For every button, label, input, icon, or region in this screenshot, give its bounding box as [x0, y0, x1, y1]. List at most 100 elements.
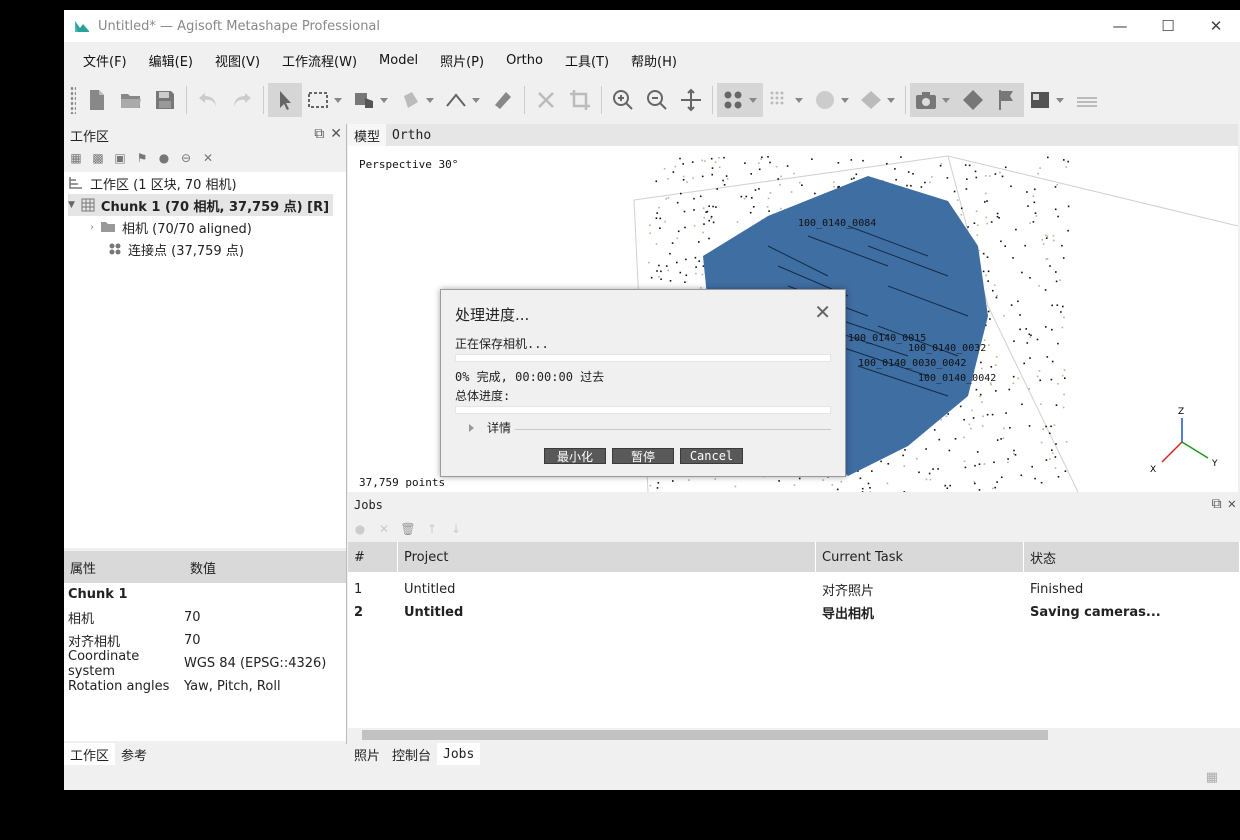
table-row[interactable]: 2 Untitled 导出相机 Saving cameras... — [348, 601, 1240, 624]
property-row[interactable]: 相机 70 — [64, 606, 346, 629]
properties-title: Chunk 1 — [68, 587, 128, 602]
measure-icon — [446, 93, 466, 107]
menu-model[interactable]: Model — [368, 53, 429, 68]
point-cloud-button[interactable] — [717, 83, 763, 117]
dialog-elapsed-text: 0% 完成, 00:00:00 过去 — [455, 370, 605, 384]
details-expander[interactable]: 详情 — [455, 421, 831, 435]
menu-photo[interactable]: 照片(P) — [429, 51, 495, 70]
minimize-button[interactable]: — — [1096, 10, 1144, 42]
column-number[interactable]: # — [348, 542, 398, 572]
cancel-job-icon[interactable]: ✕ — [376, 521, 392, 537]
window-title: Untitled* — Agisoft Metashape Profession… — [98, 18, 381, 34]
column-current-task[interactable]: Current Task — [816, 542, 1024, 572]
table-row[interactable]: 1 Untitled 对齐照片 Finished — [348, 578, 1240, 601]
menu-file[interactable]: 文件(F) — [72, 51, 138, 70]
show-region-button[interactable] — [1070, 83, 1104, 117]
property-row[interactable]: Coordinate system WGS 84 (EPSG::4326) — [64, 649, 346, 679]
menu-tools[interactable]: 工具(T) — [554, 51, 620, 70]
reset-view-button[interactable] — [674, 83, 708, 117]
tab-workspace[interactable]: 工作区 — [64, 743, 116, 765]
zoom-out-button[interactable] — [640, 83, 674, 117]
disable-icon[interactable]: ⊖ — [178, 150, 194, 166]
redo-button[interactable] — [225, 83, 259, 117]
menu-edit[interactable]: 编辑(E) — [138, 51, 204, 70]
add-marker-icon[interactable]: ⚑ — [134, 150, 150, 166]
collapse-arrow-icon[interactable]: ▼ — [68, 200, 75, 210]
remove-icon[interactable]: ✕ — [200, 150, 216, 166]
undo-button[interactable] — [191, 83, 225, 117]
toolbar-grip-handle[interactable] — [70, 86, 76, 114]
panel-splitter[interactable] — [346, 124, 347, 744]
maximize-button[interactable]: ☐ — [1144, 10, 1192, 42]
camera-label: 100_0140_0032 — [908, 343, 986, 354]
tab-console[interactable]: 控制台 — [386, 743, 437, 765]
pause-button[interactable]: 暂停 — [612, 448, 674, 464]
add-chunk-icon[interactable]: ▦ — [68, 150, 84, 166]
show-images-button[interactable] — [1024, 83, 1070, 117]
shape-icon — [963, 90, 983, 110]
column-status[interactable]: 状态 — [1024, 542, 1240, 572]
trash-icon[interactable]: 🗑 — [400, 521, 416, 537]
current-progress-bar — [455, 354, 831, 362]
menu-workflow[interactable]: 工作流程(W) — [271, 51, 368, 70]
camera-icon — [916, 92, 936, 109]
close-button[interactable]: ✕ — [1192, 10, 1240, 42]
tree-item-tie-points[interactable]: 连接点 (37,759 点) — [108, 238, 244, 260]
tree-item-cameras[interactable]: › 相机 (70/70 aligned) — [90, 216, 252, 238]
panel-close-icon[interactable]: ✕ — [330, 126, 342, 142]
add-folder-icon[interactable]: ▣ — [112, 150, 128, 166]
menu-view[interactable]: 视图(V) — [204, 51, 271, 70]
mesh-button[interactable] — [809, 83, 855, 117]
enable-icon[interactable]: ● — [156, 150, 172, 166]
show-markers-button[interactable] — [990, 83, 1024, 117]
rectangle-selection-button[interactable] — [302, 83, 348, 117]
start-job-icon[interactable]: ● — [352, 521, 368, 537]
new-document-button[interactable] — [80, 83, 114, 117]
tab-model[interactable]: 模型 — [348, 124, 387, 146]
save-button[interactable] — [148, 83, 182, 117]
open-button[interactable] — [114, 83, 148, 117]
crop-selection-button[interactable] — [563, 83, 597, 117]
tab-jobs[interactable]: Jobs — [437, 743, 481, 765]
zoom-in-button[interactable] — [606, 83, 640, 117]
menu-ortho[interactable]: Ortho — [495, 53, 554, 68]
undock-icon[interactable]: ⧉ — [1212, 496, 1222, 512]
dense-cloud-button[interactable] — [763, 83, 809, 117]
column-project[interactable]: Project — [398, 542, 816, 572]
delete-selection-button[interactable] — [529, 83, 563, 117]
tree-item-chunk[interactable]: ▼ Chunk 1 (70 相机, 37,759 点) [R] — [68, 194, 334, 216]
dialog-close-icon[interactable]: ✕ — [814, 300, 831, 324]
scrollbar-thumb[interactable] — [362, 730, 1048, 740]
move-down-icon[interactable]: ↓ — [448, 521, 464, 537]
jobs-horizontal-scrollbar[interactable] — [348, 728, 1240, 742]
workspace-panel-header: 工作区 ⧉ ✕ — [64, 124, 346, 146]
show-shapes-button[interactable] — [956, 83, 990, 117]
panel-close-icon[interactable]: ✕ — [1228, 496, 1236, 512]
property-value: Yaw, Pitch, Roll — [184, 679, 281, 694]
property-value: 70 — [184, 610, 201, 625]
metashape-logo-icon — [74, 19, 90, 33]
show-cameras-button[interactable] — [910, 83, 956, 117]
draw-tool-button[interactable] — [486, 83, 520, 117]
tree-item-workspace[interactable]: 工作区 (1 区块, 70 相机) — [68, 172, 237, 194]
rotate-object-button[interactable] — [394, 83, 440, 117]
tab-reference[interactable]: 参考 — [115, 743, 153, 765]
undo-icon — [199, 93, 216, 107]
expand-arrow-icon[interactable]: › — [90, 222, 94, 233]
tree-item-label: Chunk 1 (70 相机, 37,759 点) [R] — [100, 199, 330, 215]
resize-region-button[interactable] — [348, 83, 394, 117]
navigation-tool-button[interactable] — [268, 83, 302, 117]
tab-photos[interactable]: 照片 — [348, 743, 386, 765]
tab-ortho[interactable]: Ortho — [386, 124, 437, 146]
move-up-icon[interactable]: ↑ — [424, 521, 440, 537]
property-row[interactable]: Rotation angles Yaw, Pitch, Roll — [64, 675, 346, 698]
ruler-button[interactable] — [440, 83, 486, 117]
job-status: Saving cameras... — [1030, 605, 1161, 620]
undock-icon[interactable]: ⧉ — [314, 126, 324, 142]
tiled-model-button[interactable] — [855, 83, 901, 117]
cancel-button[interactable]: Cancel — [680, 448, 743, 464]
menu-help[interactable]: 帮助(H) — [620, 51, 688, 70]
add-photos-icon[interactable]: ▩ — [90, 150, 106, 166]
job-status: Finished — [1030, 582, 1084, 597]
minimize-dialog-button[interactable]: 最小化 — [544, 448, 606, 464]
